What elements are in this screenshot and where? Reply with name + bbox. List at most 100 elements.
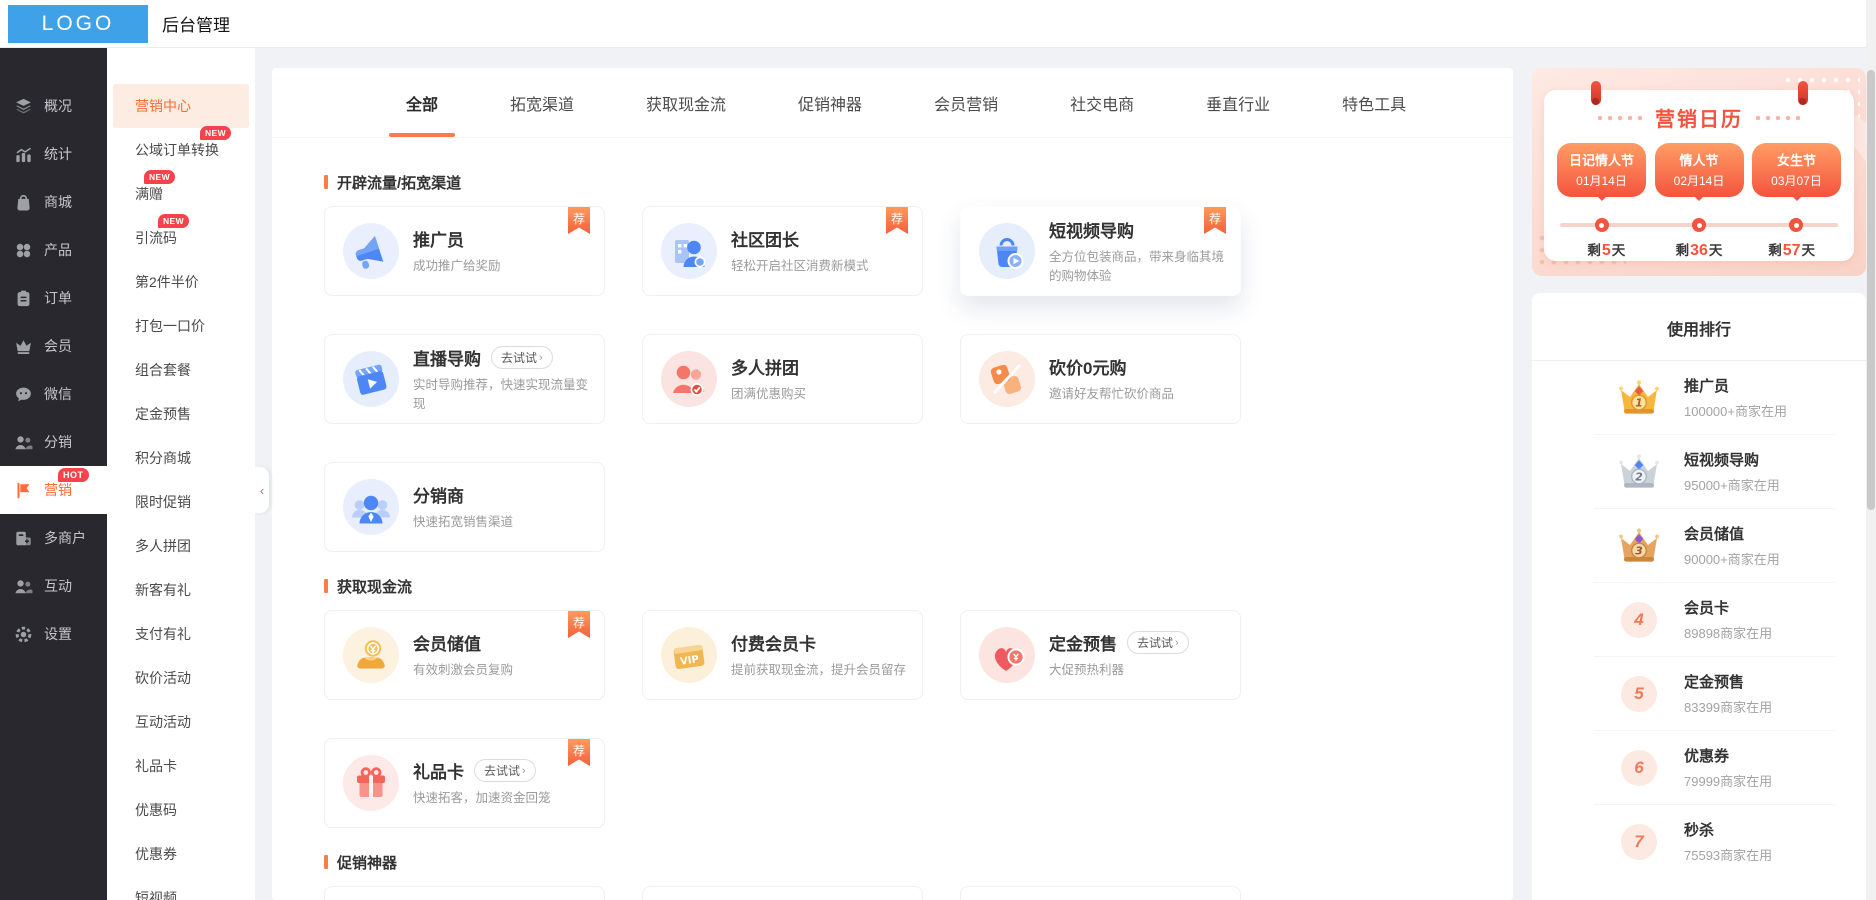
ranking-row[interactable]: 5 定金预售 83399商家在用 [1532,657,1866,730]
tab-member-marketing[interactable]: 会员营销 [934,68,998,137]
ranking-row[interactable]: 7 秒杀 75593商家在用 [1532,805,1866,878]
card-body: 社区团长 轻松开启社区消费新模式 [731,226,916,275]
submenu-item-interactive-activity[interactable]: 互动活动 [107,700,255,744]
try-it-button[interactable]: 去试试 › [491,346,553,370]
submenu-item-points-mall[interactable]: 积分商城 [107,436,255,480]
tab-expand-channel[interactable]: 拓宽渠道 [510,68,574,137]
sidebar-item-label: 互动 [44,578,72,594]
submenu-item-label: 短视频 [135,890,177,900]
submenu-item-label: 定金预售 [135,406,191,422]
submenu-item-flash-sale[interactable]: 限时促销 [107,480,255,524]
topbar: LOGO 后台管理 [0,0,1876,48]
submenu-item-full-gift[interactable]: 满赠 NEW [107,170,255,216]
feature-card-partial[interactable] [324,886,605,900]
marketing-center-panel: 全部 拓宽渠道 获取现金流 促销神器 会员营销 社交电商 垂直行业 特色工具 开辟流量/拓宽渠… [272,68,1513,900]
card-description: 快速拓宽销售渠道 [413,515,514,530]
sidebar-item-order[interactable]: 订单 [0,274,107,322]
tab-get-cash-flow[interactable]: 获取现金流 [646,68,726,137]
tab-special-tools[interactable]: 特色工具 [1342,68,1406,137]
section-title: 开辟流量/拓宽渠道 [337,174,462,192]
days-remaining: 剩57天 [1768,242,1816,259]
feature-card-community-leader[interactable]: 社区团长 轻松开启社区消费新模式荐 [642,206,923,296]
feature-card-distributor[interactable]: 分销商 快速拓宽销售渠道 [324,462,605,552]
sidebar-item-overview[interactable]: 概况 [0,82,107,130]
card-title: 多人拼团 [731,359,799,379]
page-scrollbar[interactable] [1866,0,1876,900]
grid-dots-icon [14,241,33,260]
sidebar-item-marketing[interactable]: 营销 HOT [0,466,107,514]
submenu-item-pay-gift[interactable]: 支付有礼 [107,612,255,656]
feature-card-partial[interactable] [642,886,923,900]
section-header: 开辟流量/拓宽渠道 [324,172,1513,192]
sidebar-item-statistics[interactable]: 统计 [0,130,107,178]
submenu-item-referral-code[interactable]: 引流码 NEW [107,214,255,260]
try-it-button[interactable]: 去试试 › [1127,631,1189,655]
submenu-item-deposit-presale[interactable]: 定金预售 [107,392,255,436]
rank-number-badge: 4 [1616,599,1662,641]
feature-card-deposit-presale[interactable]: 定金预售 去试试 › 大促预热利器 [960,610,1241,700]
section-title: 获取现金流 [337,578,413,596]
tab-social-ecommerce[interactable]: 社交电商 [1070,68,1134,137]
submenu-item-bundle-one-price[interactable]: 打包一口价 [107,304,255,348]
right-column: 营销日历 日记情人节 01月14日 情人节 02月14日 女生节 03月07日 剩5天 剩3… [1532,68,1866,900]
tab-all[interactable]: 全部 [406,68,438,137]
sidebar-item-distribution[interactable]: 分销 [0,418,107,466]
feature-card-partial[interactable] [960,886,1241,900]
submenu-item-coupon[interactable]: 优惠券 [107,832,255,876]
sidebar-item-wechat[interactable]: 微信 [0,370,107,418]
submenu-item-combo-package[interactable]: 组合套餐 [107,348,255,392]
ranking-row[interactable]: 2 短视频导购 95000+商家在用 [1532,435,1866,508]
submenu-item-label: 多人拼团 [135,538,191,554]
submenu-item-second-item-half-price[interactable]: 第2件半价 [107,260,255,304]
group-people-icon [661,351,717,407]
chevron-right-icon: › [522,764,526,777]
submenu-item-public-order-convert[interactable]: 公域订单转换 NEW [107,126,255,172]
shopping-bag-icon [14,193,33,212]
submenu-item-short-video[interactable]: 短视频 [107,876,255,900]
submenu-item-bargain-activity[interactable]: 砍价活动 [107,656,255,700]
feature-card-short-video-guide[interactable]: 短视频导购 全方位包装商品，带来身临其境的购物体验荐 [960,206,1241,296]
tab-promo-tools[interactable]: 促销神器 [798,68,862,137]
feature-card-gift-card[interactable]: 礼品卡 去试试 › 快速拓客，加速资金回笼荐 [324,738,605,828]
sidebar-item-member[interactable]: 会员 [0,322,107,370]
ranking-row[interactable]: 6 优惠券 79999商家在用 [1532,731,1866,804]
ranking-row[interactable]: 4 会员卡 89898商家在用 [1532,583,1866,656]
sidebar-item-interaction[interactable]: 互动 [0,562,107,610]
crown-icon [14,337,33,356]
feature-card-paid-member-card[interactable]: VIP 付费会员卡 提前获取现金流，提升会员留存 [642,610,923,700]
submenu-item-group-buy[interactable]: 多人拼团 [107,524,255,568]
clipboard-icon [14,289,33,308]
submenu-item-label: 积分商城 [135,450,191,466]
feature-card-promoter[interactable]: 推广员 成功推广给奖励荐 [324,206,605,296]
bar-chart-icon [14,145,33,164]
submenu-item-marketing-center[interactable]: 营销中心 [113,84,249,128]
ranking-row[interactable]: 3 会员储值 90000+商家在用 [1532,509,1866,582]
sidebar-item-label: 产品 [44,242,72,258]
feature-card-bargain-zero[interactable]: 砍价0元购 邀请好友帮忙砍价商品 [960,334,1241,424]
feature-card-stored-value[interactable]: 会员储值 有效刺激会员复购荐 [324,610,605,700]
card-title-row: 定金预售 去试试 › [1049,630,1234,655]
submenu-item-new-customer-gift[interactable]: 新客有礼 [107,568,255,612]
primary-sidebar: 概况 统计 商城产品订单 会员 微信 分销 营销 HOT 多商户互动设置 [0,48,107,900]
card-title: 社区团长 [731,231,799,251]
card-grid: 推广员 成功推广给奖励荐社区团长 轻松开启社区消费新模式荐短视频导购 全方位包装商品，… [324,206,1513,552]
sidebar-item-mall[interactable]: 商城 [0,178,107,226]
dots-decoration [1753,114,1803,121]
sidebar-item-product[interactable]: 产品 [0,226,107,274]
feature-card-live-guide[interactable]: 直播导购 去试试 › 实时导购推荐，快速实现流量变现 [324,334,605,424]
submenu-item-coupon-code[interactable]: 优惠码 [107,788,255,832]
feature-card-group-buy[interactable]: 多人拼团 团满优惠购买 [642,334,923,424]
submenu-item-gift-card[interactable]: 礼品卡 [107,744,255,788]
logo[interactable]: LOGO [8,4,148,43]
tab-vertical-industry[interactable]: 垂直行业 [1206,68,1270,137]
collapse-submenu-handle[interactable]: ‹ [255,467,269,513]
sidebar-item-settings[interactable]: 设置 [0,610,107,658]
scrollbar-thumb[interactable] [1867,70,1875,510]
try-it-button[interactable]: 去试试 › [474,759,536,783]
secondary-menu: 营销中心 公域订单转换 NEW 满赠 NEW 引流码 NEW 第2件半价 打包一口价组合套餐定金… [107,48,255,900]
card-title-row: 直播导购 去试试 › [413,345,598,370]
ranking-merchant-count: 79999商家在用 [1684,774,1773,789]
ranking-row[interactable]: 1 推广员 100000+商家在用 [1532,361,1866,434]
sidebar-item-multi-merchant[interactable]: 多商户 [0,514,107,562]
submenu-item-label: 组合套餐 [135,362,191,378]
